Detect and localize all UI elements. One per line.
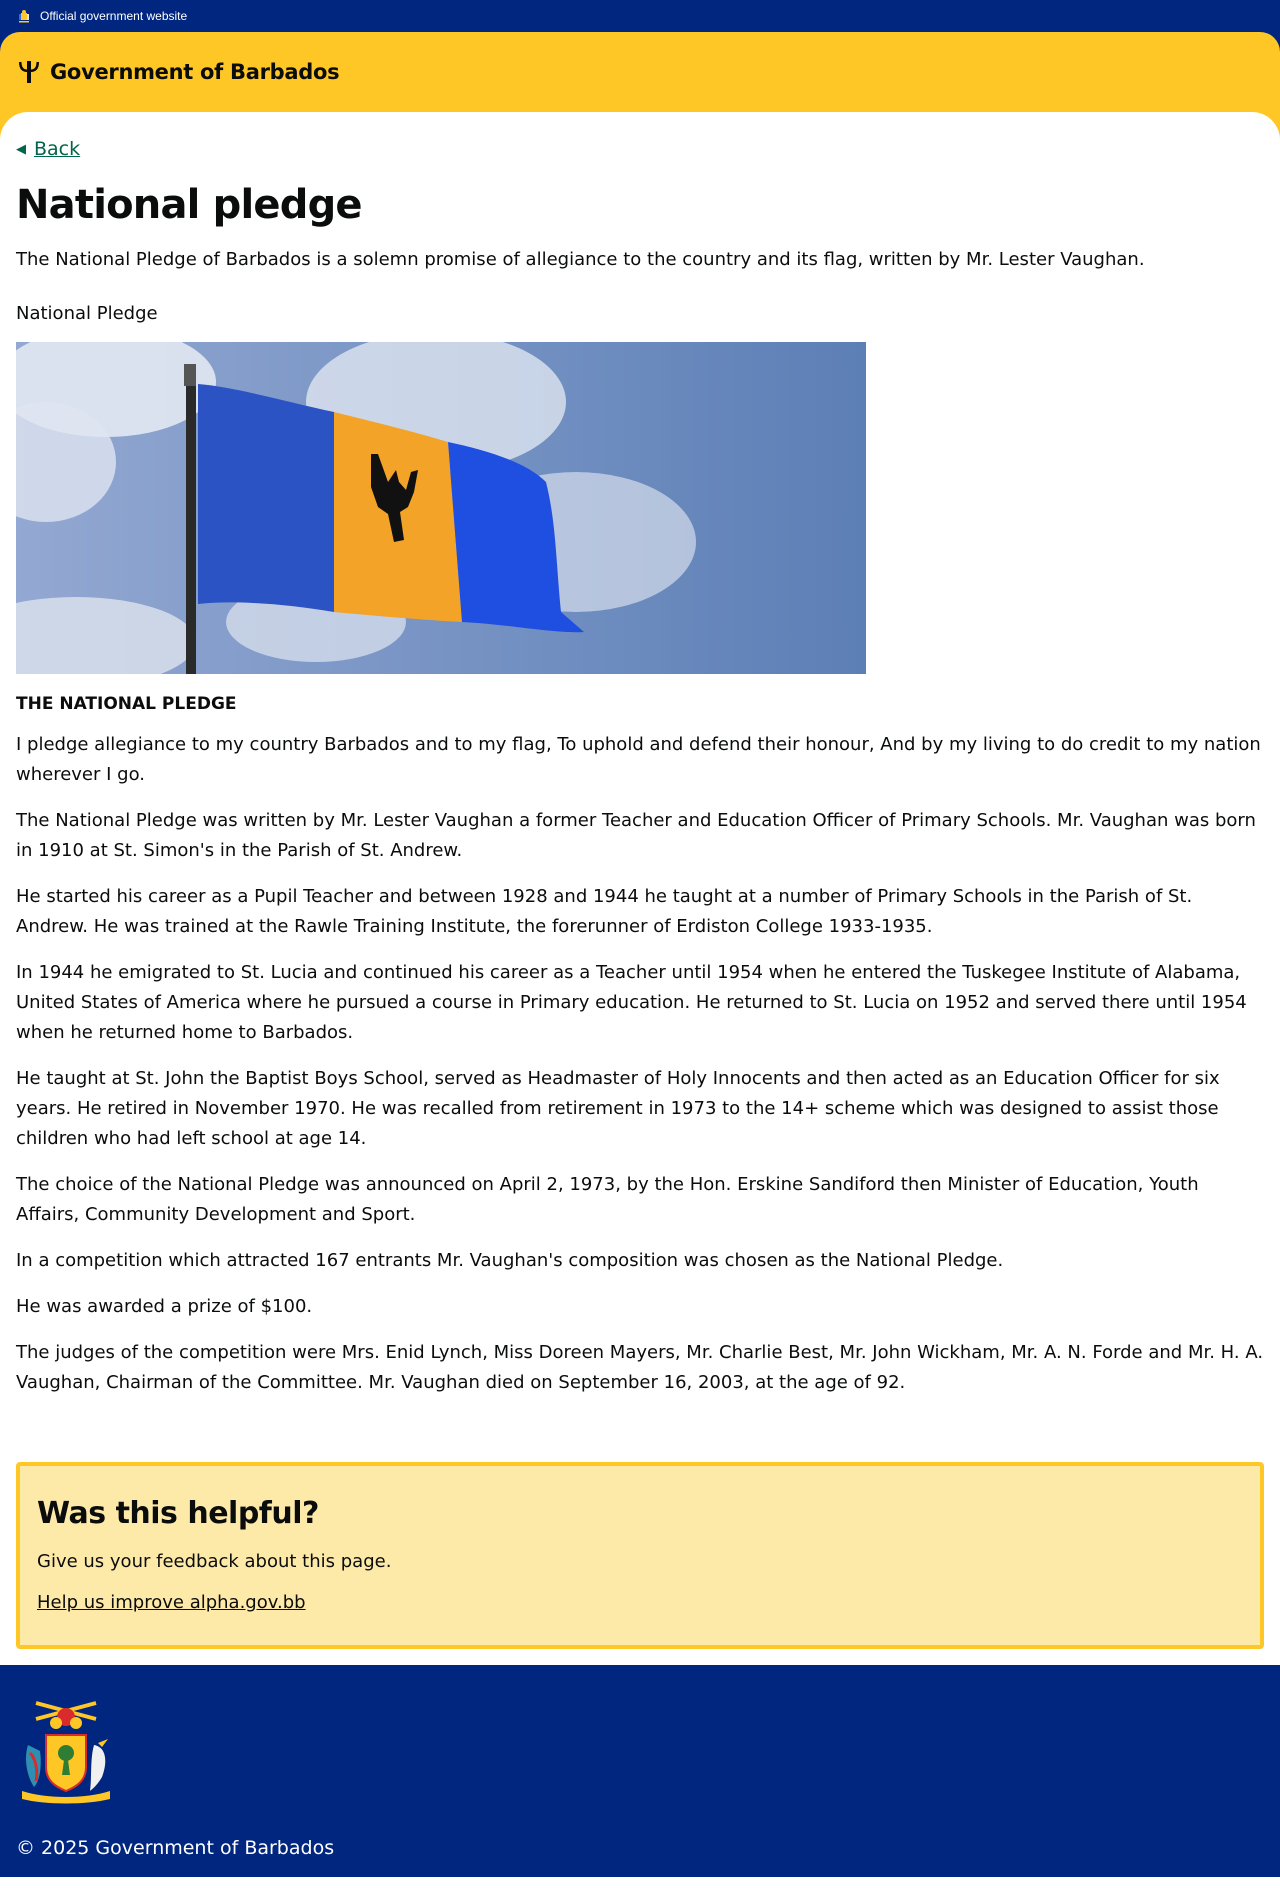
site-brand-link[interactable]: Government of Barbados — [50, 60, 340, 84]
official-banner: Official government website — [0, 0, 1280, 32]
feedback-link[interactable]: Help us improve alpha.gov.bb — [37, 1592, 306, 1613]
official-banner-label: Official government website — [40, 9, 188, 23]
coat-of-arms-icon — [22, 1701, 110, 1804]
feedback-text: Give us your feedback about this page. — [37, 1551, 392, 1572]
feedback-panel: Was this helpful? Give us your feedback … — [16, 1462, 1264, 1649]
paragraph: In 1944 he emigrated to St. Lucia and co… — [16, 962, 1247, 1043]
paragraph: The judges of the competition were Mrs. … — [16, 1342, 1264, 1393]
paragraph: In a competition which attracted 167 ent… — [16, 1250, 1004, 1271]
back-arrow-icon: ◀ — [16, 141, 26, 157]
paragraph: He taught at St. John the Baptist Boys S… — [16, 1068, 1220, 1149]
feedback-title: Was this helpful? — [37, 1496, 319, 1531]
paragraph: He started his career as a Pupil Teacher… — [16, 886, 1193, 937]
paragraph: The National Pledge was written by Mr. L… — [16, 810, 1256, 861]
coat-of-arms-icon — [19, 10, 29, 23]
image-caption: National Pledge — [16, 303, 158, 324]
trident-icon — [19, 61, 39, 83]
paragraph: The choice of the National Pledge was an… — [16, 1174, 1199, 1225]
page-lead: The National Pledge of Barbados is a sol… — [16, 249, 1145, 270]
barbados-flag-image — [16, 342, 866, 674]
site-header: Government of Barbados — [0, 32, 1280, 112]
paragraph: I pledge allegiance to my country Barbad… — [16, 734, 1261, 785]
back-link[interactable]: Back — [34, 138, 80, 160]
page-title: National pledge — [16, 182, 363, 228]
site-footer: © 2025 Government of Barbados — [0, 1665, 1280, 1877]
footer-copyright: © 2025 Government of Barbados — [16, 1837, 335, 1859]
paragraph: He was awarded a prize of $100. — [16, 1296, 313, 1317]
pledge-heading: THE NATIONAL PLEDGE — [16, 694, 237, 714]
main-content: ◀ Back National pledge The National Pled… — [0, 112, 1280, 1657]
back-link-row[interactable]: ◀ Back — [16, 138, 1264, 160]
